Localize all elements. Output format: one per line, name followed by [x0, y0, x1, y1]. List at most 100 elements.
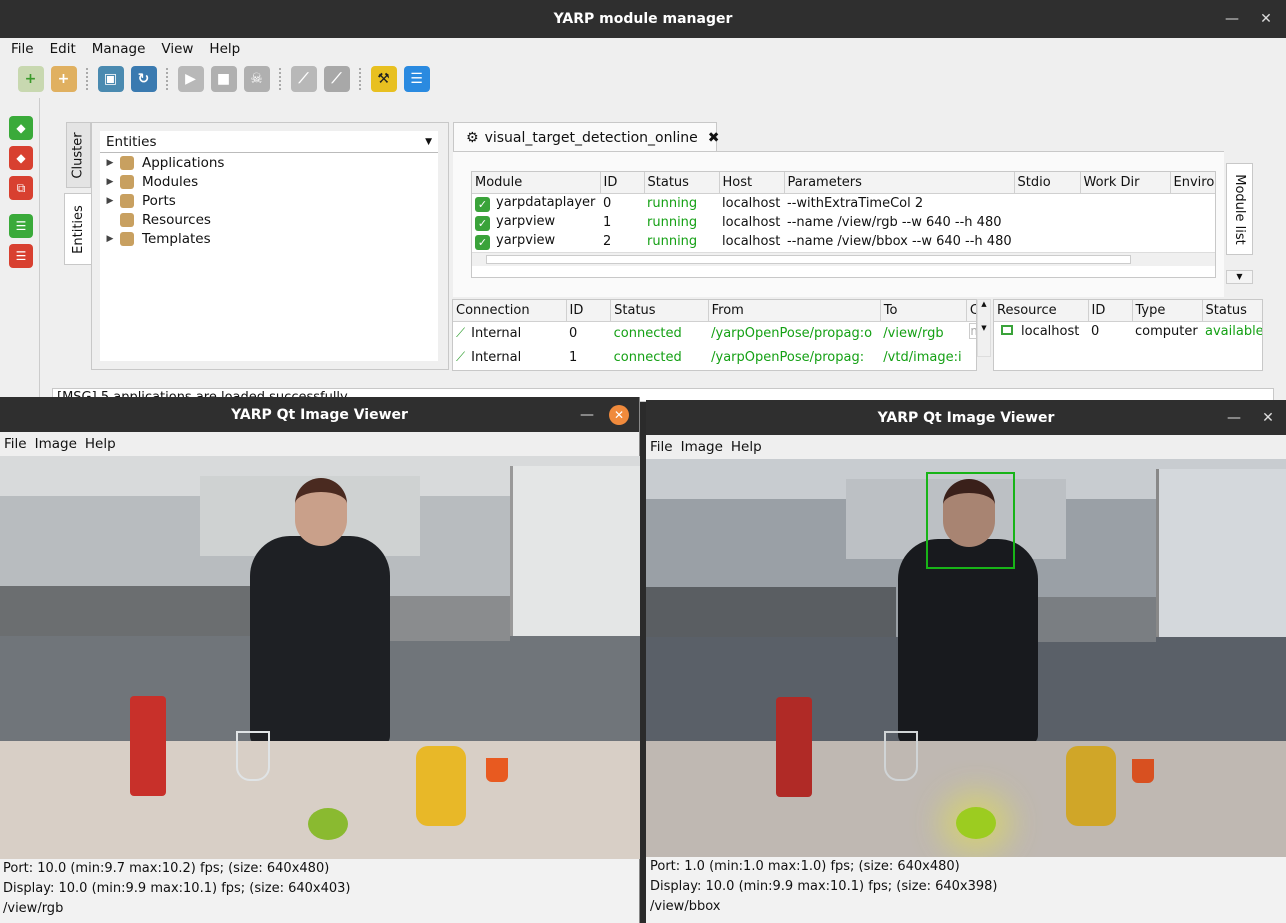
resource-status: available	[1205, 323, 1263, 339]
close-button[interactable]: ✕	[1258, 410, 1278, 426]
connections-vertical-scrollbar[interactable]: ▲ ▼	[977, 299, 991, 357]
connection-from: /yarpOpenPose/propag:	[711, 349, 865, 365]
tree-item-ports[interactable]: ▶ Ports	[100, 191, 438, 210]
column-header[interactable]: Status	[644, 172, 720, 194]
template-icon[interactable]: ☰	[9, 244, 33, 268]
menu-help[interactable]: Help	[727, 439, 766, 455]
table-row[interactable]: localhost 0 computer available	[994, 321, 1263, 341]
menu-image[interactable]: Image	[31, 436, 81, 452]
checkmark-icon: ✓	[475, 235, 490, 251]
column-header[interactable]: Parameters	[784, 172, 1015, 194]
menu-file[interactable]: File	[3, 41, 42, 57]
column-header[interactable]: From	[708, 300, 881, 322]
new-module-icon[interactable]: +	[50, 66, 77, 92]
viewer-bbox-window: YARP Qt Image Viewer — ✕ File Image Help…	[646, 400, 1286, 923]
table-row[interactable]: ⟋ Internal 0 connected /yarpOpenPose/prop…	[453, 321, 976, 345]
carrier-field[interactable]: mjp	[969, 323, 976, 340]
column-header[interactable]: Connection	[453, 300, 567, 322]
stop-icon[interactable]: ■	[210, 66, 237, 92]
expand-arrow-icon[interactable]: ▶	[100, 234, 120, 244]
kill-icon[interactable]: ☠	[243, 66, 270, 92]
expand-arrow-icon[interactable]: ▶	[100, 177, 120, 187]
camera-image-rgb	[0, 456, 640, 859]
column-header[interactable]: Resource	[994, 300, 1089, 322]
connection-id: 1	[569, 349, 578, 365]
close-button[interactable]: ✕	[1256, 11, 1276, 27]
modules-horizontal-scrollbar[interactable]	[472, 251, 1215, 266]
table-row[interactable]: ⟋ Internal 1 connected /yarpOpenPose/prop…	[453, 345, 976, 369]
refresh-icon[interactable]: ↻	[130, 66, 157, 92]
module-icon[interactable]: ◆	[9, 146, 33, 170]
column-header[interactable]: Status	[610, 300, 709, 322]
tab-application[interactable]: ⚙ visual_target_detection_online ✖	[453, 122, 720, 152]
table-row[interactable]: ✓ yarpview 1 running localhost --name /vi…	[472, 213, 1215, 233]
menu-file[interactable]: File	[0, 436, 31, 452]
tree-item-templates[interactable]: ▶ Templates	[100, 229, 438, 248]
viewer-bbox-titlebar[interactable]: YARP Qt Image Viewer — ✕	[646, 400, 1286, 435]
connect-icon[interactable]: ⟋	[290, 66, 317, 92]
disconnect-icon[interactable]: ⟋	[323, 66, 350, 92]
build-icon[interactable]: ⚒	[370, 66, 397, 92]
menu-manage[interactable]: Manage	[84, 41, 154, 57]
tab-entities[interactable]: Entities	[64, 193, 92, 265]
connection-icon[interactable]: ⧉	[9, 176, 33, 200]
scrollbar-handle[interactable]	[486, 254, 1131, 264]
menu-view[interactable]: View	[153, 41, 201, 57]
menu-edit[interactable]: Edit	[42, 41, 84, 57]
entities-header[interactable]: Entities ▼	[100, 131, 438, 153]
column-header[interactable]: Type	[1132, 300, 1203, 322]
tree-item-applications[interactable]: ▶ Applications	[100, 153, 438, 172]
main-titlebar[interactable]: YARP module manager — ✕	[0, 0, 1286, 38]
tree-item-modules[interactable]: ▶ Modules	[100, 172, 438, 191]
port-stats: Port: 1.0 (min:1.0 max:1.0) fps; (size: …	[650, 859, 960, 874]
minimize-button[interactable]: —	[577, 407, 597, 423]
menu-help[interactable]: Help	[201, 41, 248, 57]
menu-file[interactable]: File	[646, 439, 677, 455]
module-name: yarpdataplayer	[496, 194, 596, 210]
new-application-icon[interactable]: +	[17, 66, 44, 92]
application-icon[interactable]: ◆	[9, 116, 33, 140]
menu-image[interactable]: Image	[677, 439, 727, 455]
column-header[interactable]: Status	[1202, 300, 1262, 322]
connection-plug-icon: ⟋	[456, 349, 466, 365]
tab-module-list[interactable]: Module list	[1226, 163, 1253, 255]
connection-to: /view/rgb	[883, 325, 944, 341]
run-icon[interactable]: ▶	[177, 66, 204, 92]
scroll-down-arrow-icon[interactable]: ▼	[1226, 270, 1253, 284]
person	[898, 539, 1038, 745]
entities-header-label: Entities	[106, 133, 157, 150]
column-header[interactable]: Stdio	[1014, 172, 1081, 194]
port-name: /view/rgb	[3, 901, 64, 916]
close-tab-icon[interactable]: ✖	[708, 130, 720, 146]
column-header[interactable]: ID	[566, 300, 612, 322]
column-header[interactable]: To	[880, 300, 967, 322]
column-header[interactable]: ID	[600, 172, 645, 194]
minimize-button[interactable]: —	[1224, 410, 1244, 426]
column-header[interactable]: Work Dir	[1080, 172, 1171, 194]
expand-arrow-icon[interactable]: ▶	[100, 196, 120, 206]
office-desks	[646, 587, 896, 637]
module-name: yarpview	[496, 233, 556, 249]
column-header[interactable]: Host	[719, 172, 785, 194]
viewer-bbox-menubar: File Image Help	[646, 435, 1286, 459]
expand-arrow-icon[interactable]: ▶	[100, 158, 120, 168]
module-id: 1	[603, 214, 612, 230]
table-top	[0, 741, 640, 859]
tree-item-resources[interactable]: Resources	[100, 210, 438, 229]
column-header[interactable]: Car	[966, 300, 976, 322]
close-button[interactable]: ✕	[609, 404, 629, 425]
tab-cluster[interactable]: Cluster	[66, 122, 91, 188]
minimize-button[interactable]: —	[1222, 11, 1242, 27]
import-icon[interactable]: ▣	[97, 66, 124, 92]
desk-right	[1026, 597, 1156, 642]
table-row[interactable]: ✓ yarpview 2 running localhost --name /vi…	[472, 232, 1215, 252]
viewer-rgb-titlebar[interactable]: YARP Qt Image Viewer — ✕	[0, 397, 639, 432]
column-header[interactable]: ID	[1088, 300, 1133, 322]
column-header[interactable]: Module	[472, 172, 601, 194]
resource-icon[interactable]: ☰	[9, 214, 33, 238]
table-row[interactable]: ✓ yarpdataplayer 0 running localhost --wi…	[472, 193, 1215, 213]
menu-help[interactable]: Help	[81, 436, 120, 452]
module-list-icon[interactable]: ☰	[403, 66, 430, 92]
column-header[interactable]: Enviro	[1170, 172, 1215, 194]
dropdown-arrow-icon[interactable]: ▼	[425, 137, 432, 147]
